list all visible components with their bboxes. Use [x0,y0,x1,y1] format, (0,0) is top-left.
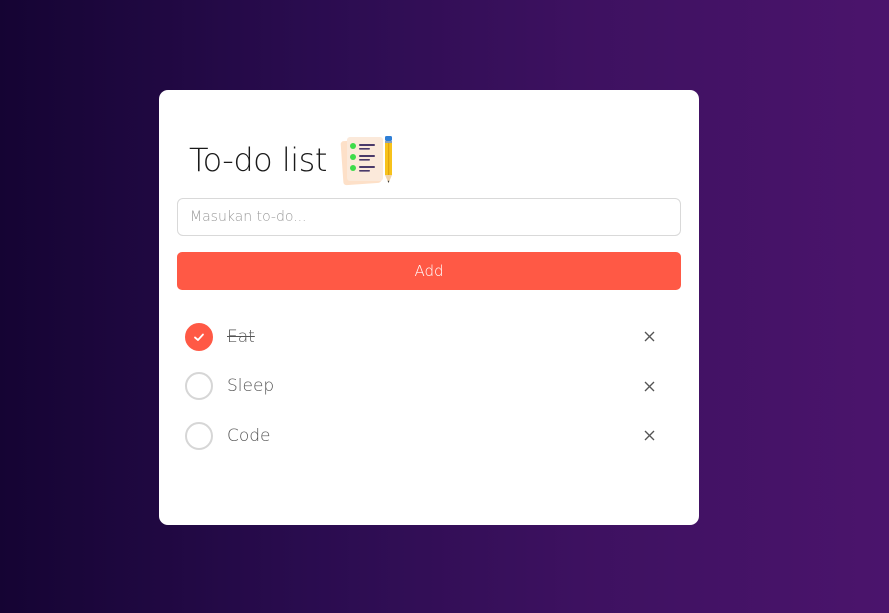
close-icon [644,381,654,392]
todo-input[interactable] [177,198,681,236]
remove-todo-button[interactable] [641,329,657,345]
close-icon [644,331,654,342]
remove-todo-button[interactable] [641,378,657,394]
checkmark-icon [194,333,204,341]
remove-todo-button[interactable] [641,428,657,444]
header: To-do list [189,134,395,186]
checklist-pencil-icon [340,136,392,186]
todo-card: To-do list Add [159,90,699,525]
todo-item-code[interactable]: Code [185,411,665,461]
checked-checkbox[interactable] [185,322,213,351]
close-icon [644,430,654,441]
unchecked-checkbox[interactable] [185,372,213,401]
todo-list: Eat Sleep Code [185,312,665,461]
todo-label: Code [227,425,271,446]
todo-item-sleep[interactable]: Sleep [185,362,665,412]
todo-item-eat[interactable]: Eat [185,312,665,362]
todo-label: Eat [227,326,255,347]
add-button[interactable]: Add [177,252,681,290]
unchecked-checkbox[interactable] [185,421,213,450]
page-title: To-do list [189,141,327,179]
todo-label: Sleep [227,376,275,397]
